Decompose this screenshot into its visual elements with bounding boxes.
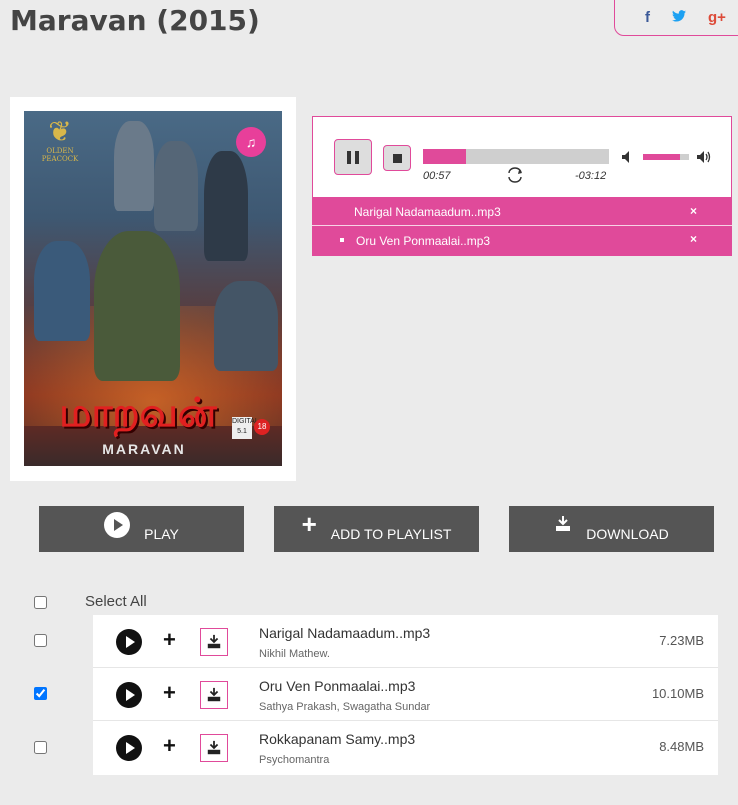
plus-icon: + bbox=[301, 509, 317, 539]
song-download-icon[interactable] bbox=[200, 734, 228, 762]
rating-badge: 18 bbox=[254, 419, 270, 435]
remove-icon[interactable]: × bbox=[690, 204, 697, 218]
play-all-button[interactable]: PLAY bbox=[39, 506, 244, 552]
song-checkbox[interactable] bbox=[34, 634, 47, 647]
song-size: 8.48MB bbox=[659, 739, 704, 754]
remove-icon[interactable]: × bbox=[690, 232, 697, 246]
audio-badge: DIGITAL 5.1 bbox=[232, 417, 259, 439]
repeat-icon[interactable] bbox=[505, 167, 525, 183]
active-bullet-icon bbox=[340, 238, 344, 242]
playlist-item-name: Narigal Nadamaadum..mp3 bbox=[354, 205, 501, 219]
playlist-item-name: Oru Ven Ponmaalai..mp3 bbox=[356, 234, 491, 248]
song-artist: Psychomantra bbox=[259, 754, 330, 766]
song-list: + Narigal Nadamaadum..mp3 Nikhil Mathew.… bbox=[93, 615, 718, 775]
now-playing-playlist: Narigal Nadamaadum..mp3 × Oru Ven Ponmaa… bbox=[312, 198, 732, 256]
song-artist: Nikhil Mathew. bbox=[259, 648, 330, 660]
song-play-icon[interactable] bbox=[116, 629, 142, 655]
volume-max-icon[interactable] bbox=[695, 148, 713, 166]
poster-title: MARAVAN bbox=[102, 441, 186, 457]
select-all-checkbox[interactable] bbox=[34, 596, 47, 609]
mute-icon[interactable] bbox=[620, 149, 636, 165]
song-title: Oru Ven Ponmaalai..mp3 bbox=[259, 678, 416, 694]
add-icon[interactable]: + bbox=[163, 733, 176, 759]
play-icon bbox=[104, 512, 131, 538]
album-cover-image: ❦ OLDEN PEACOCK ♫ மாறவன் MARAVAN DIGITAL… bbox=[24, 111, 282, 466]
song-checkbox[interactable] bbox=[34, 741, 47, 754]
music-app-icon: ♫ bbox=[236, 127, 266, 157]
song-row: + Oru Ven Ponmaalai..mp3 Sathya Prakash,… bbox=[93, 668, 718, 721]
song-download-icon[interactable] bbox=[200, 681, 228, 709]
add-icon[interactable]: + bbox=[163, 627, 176, 653]
song-size: 10.10MB bbox=[651, 686, 704, 701]
volume-fill bbox=[643, 154, 680, 160]
song-download-icon[interactable] bbox=[200, 628, 228, 656]
download-button[interactable]: DOWNLOAD bbox=[509, 506, 714, 552]
pause-button[interactable] bbox=[334, 139, 372, 175]
song-size: 7.23MB bbox=[659, 633, 704, 648]
song-checkbox[interactable] bbox=[34, 687, 47, 700]
playlist-item-active[interactable]: Oru Ven Ponmaalai..mp3 × bbox=[312, 226, 732, 254]
volume-slider[interactable] bbox=[643, 154, 689, 160]
add-to-playlist-button[interactable]: + ADD TO PLAYLIST bbox=[274, 506, 479, 552]
google-plus-icon[interactable]: g+ bbox=[708, 9, 726, 26]
download-icon bbox=[556, 516, 571, 531]
facebook-icon[interactable]: f bbox=[645, 9, 650, 26]
song-play-icon[interactable] bbox=[116, 682, 142, 708]
playlist-item[interactable]: Narigal Nadamaadum..mp3 × bbox=[312, 198, 732, 226]
song-play-icon[interactable] bbox=[116, 735, 142, 761]
album-cover-frame: ❦ OLDEN PEACOCK ♫ மாறவன் MARAVAN DIGITAL… bbox=[10, 97, 296, 481]
poster-title-art: மாறவன் bbox=[59, 389, 217, 436]
seek-bar[interactable] bbox=[423, 149, 609, 164]
song-row: + Rokkapanam Samy..mp3 Psychomantra 8.48… bbox=[93, 721, 718, 774]
select-all-label: Select All bbox=[85, 593, 147, 610]
studio-logo: ❦ OLDEN PEACOCK bbox=[41, 115, 79, 164]
twitter-icon[interactable] bbox=[672, 9, 686, 26]
stop-button[interactable] bbox=[383, 145, 411, 171]
page-title: Maravan (2015) bbox=[10, 4, 260, 37]
song-artist: Sathya Prakash, Swagatha Sundar bbox=[259, 701, 431, 713]
song-title: Narigal Nadamaadum..mp3 bbox=[259, 625, 431, 641]
song-row: + Narigal Nadamaadum..mp3 Nikhil Mathew.… bbox=[93, 615, 718, 668]
add-icon[interactable]: + bbox=[163, 680, 176, 706]
song-title: Rokkapanam Samy..mp3 bbox=[259, 731, 416, 747]
social-share-bar: f g+ bbox=[614, 0, 738, 36]
audio-player: 00:57 -03:12 bbox=[312, 116, 732, 198]
seek-bar-fill bbox=[423, 149, 466, 164]
current-time: 00:57 bbox=[423, 170, 451, 182]
remaining-time: -03:12 bbox=[575, 170, 607, 182]
